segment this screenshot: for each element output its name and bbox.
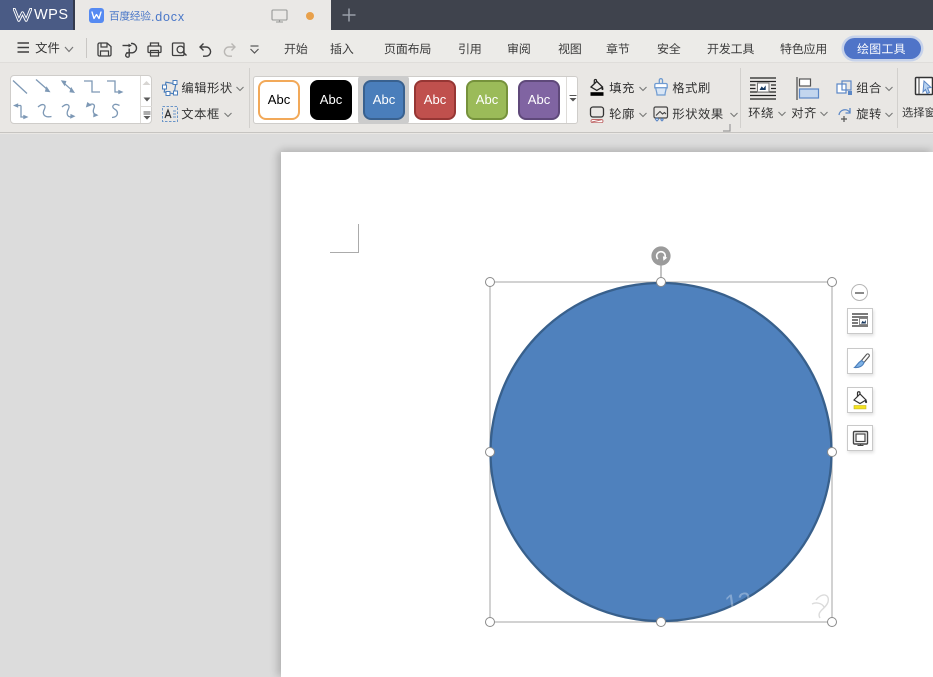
svg-text:12: 12 <box>723 587 753 617</box>
